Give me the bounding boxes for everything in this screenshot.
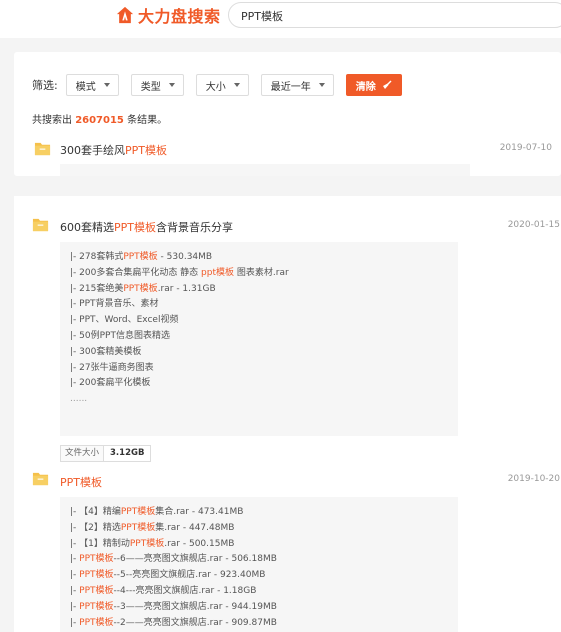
file-entry: |- 50例PPT信息图表精选 [70,330,170,341]
file-entry: |- 200套扁平化模板 [70,378,151,389]
file-entry: |- 【4】精编PPT模板集合.rar - 473.41MB [70,507,244,517]
clear-filters-button[interactable]: 清除 [345,74,402,96]
file-list-box [60,164,470,176]
result-title-link[interactable]: PPT模板 [60,474,102,490]
chevron-down-icon [318,83,325,87]
file-entry: |- PPT模板--3——亮亮图文旗舰店.rar - 944.19MB [70,601,277,612]
results-card: 600套精选PPT模板含背景音乐分享 2020-01-15 |- 278套韩式P… [14,196,561,632]
filter-type-dropdown[interactable]: 类型 [130,74,184,96]
filter-bar: 筛选: 模式 类型 大小 最近一年 清除 [32,74,402,96]
filter-time-dropdown[interactable]: 最近一年 [260,74,334,96]
file-size-badge: 文件大小 3.12GB [60,445,152,462]
site-logo[interactable]: 大力盘搜索 [116,5,221,26]
file-list-box: |- 278套韩式PPT模板 - 530.34MB |- 200多套合集扁平化动… [60,242,458,436]
file-entry: |- PPT、Word、Excel视频 [70,315,179,326]
result-date: 2019-07-10 [499,143,552,153]
file-entry: |- 278套韩式PPT模板 - 530.34MB [70,252,213,262]
file-entry: |- 【2】精选PPT模板集.rar - 447.48MB [70,522,235,533]
file-entry: |- 27张牛逼商务图表 [70,362,154,373]
result-count-number: 2607015 [75,115,124,126]
file-size-value: 3.12GB [110,448,145,458]
file-entry: |- PPT模板--6——亮亮图文旗舰店.rar - 506.18MB [70,554,277,565]
chevron-down-icon [103,83,110,87]
file-entry: |- 300套精美模板 [70,346,142,357]
result-title-link[interactable]: 600套精选PPT模板含背景音乐分享 [60,219,233,235]
file-size-label: 文件大小 [61,446,105,461]
filter-label: 筛选: [32,79,58,92]
file-entry: |- PPT背景音乐、素材 [70,299,159,310]
search-box[interactable] [228,2,561,28]
more-files-ellipsis: ...... [70,394,88,405]
chevron-down-icon [233,83,240,87]
result-title-link[interactable]: 300套手绘风PPT模板 [60,142,167,158]
broom-icon [382,80,392,89]
logo-text: 大力盘搜索 [138,7,221,26]
filter-mode-dropdown[interactable]: 模式 [65,74,119,96]
filter-card: 筛选: 模式 类型 大小 最近一年 清除 共搜索出 2607015 条结果。 3… [14,52,561,176]
folder-icon [32,218,49,232]
file-entry: |- 200多套合集扁平化动态 静态 ppt模板 图表素材.rar [70,267,289,278]
search-input[interactable] [241,8,541,24]
top-bar: 大力盘搜索 [0,0,561,38]
result-count: 共搜索出 2607015 条结果。 [32,115,168,126]
file-entry: |- PPT模板--2——亮亮图文旗舰店.rar - 909.87MB [70,617,277,628]
folder-icon [32,472,49,486]
folder-icon [34,142,51,156]
file-entry: |- 【1】精制动PPT模板.rar - 500.15MB [70,538,235,549]
result-date: 2020-01-15 [507,220,560,230]
filter-size-dropdown[interactable]: 大小 [195,74,249,96]
file-entry: |- 215套绝美PPT模板.rar - 1.31GB [70,283,216,294]
result-date: 2019-10-20 [507,474,560,484]
file-entry: |- PPT模板--5--亮亮图文旗舰店.rar - 923.40MB [70,570,266,581]
file-entry: |- PPT模板--4---亮亮图文旗舰店.rar - 1.18GB [70,585,257,596]
result-item: 300套手绘风PPT模板 2019-07-10 [32,138,552,176]
house-logo-icon [116,6,134,24]
file-list-box: |- 【4】精编PPT模板集合.rar - 473.41MB |- 【2】精选P… [60,497,458,632]
chevron-down-icon [168,83,175,87]
